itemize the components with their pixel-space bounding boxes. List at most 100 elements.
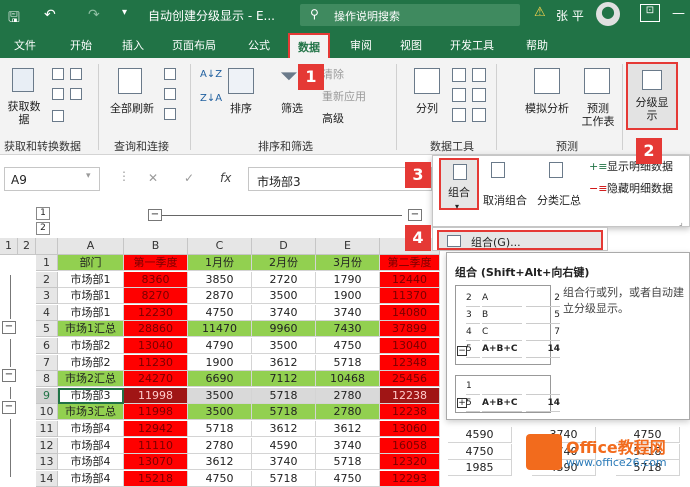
minimize-icon[interactable]: —: [672, 6, 685, 21]
cell-c13[interactable]: 3612: [188, 454, 252, 471]
dialog-launcher-icon[interactable]: ⌟: [679, 216, 683, 229]
cell-d11[interactable]: 3612: [252, 421, 316, 437]
cell-f10[interactable]: 12238: [380, 404, 440, 421]
col-collapse-button-2[interactable]: −: [408, 209, 422, 221]
cell-a12[interactable]: 市场部4: [58, 437, 124, 454]
cell-c2[interactable]: 3850: [188, 271, 252, 288]
cell-b8[interactable]: 24270: [124, 371, 188, 388]
cell-b12[interactable]: 11110: [124, 437, 188, 454]
cell-a6[interactable]: 市场部2: [58, 338, 124, 354]
cell-a2[interactable]: 市场部1: [58, 271, 124, 288]
cell-a5[interactable]: 市场1汇总: [58, 321, 124, 338]
name-box-dropdown-icon[interactable]: ▾: [86, 171, 91, 181]
sort-za-icon[interactable]: Z↓A: [200, 92, 222, 105]
cell-a11[interactable]: 市场部4: [58, 421, 124, 437]
avatar[interactable]: ●: [596, 2, 620, 26]
row-collapse-button[interactable]: −: [2, 321, 16, 334]
queries-icon[interactable]: [164, 68, 176, 80]
cell-b9[interactable]: 11998: [124, 387, 188, 404]
text-csv-icon[interactable]: [52, 68, 64, 80]
cell-d9[interactable]: 5718: [252, 387, 316, 404]
edit-links-icon[interactable]: [164, 108, 176, 120]
refresh-all-button[interactable]: 全部刷新: [104, 102, 160, 115]
cell-e5[interactable]: 7430: [316, 321, 380, 338]
cell-c5[interactable]: 11470: [188, 321, 252, 338]
cell-e7[interactable]: 5718: [316, 354, 380, 371]
tab-review[interactable]: 审阅: [350, 37, 372, 53]
cell-e1[interactable]: 3月份: [316, 255, 380, 271]
cell-c6[interactable]: 4790: [188, 338, 252, 354]
cell-f3[interactable]: 11370: [380, 288, 440, 305]
consolidate-icon[interactable]: [472, 68, 486, 82]
tab-data[interactable]: 数据: [288, 33, 330, 58]
cell-e9[interactable]: 2780: [316, 387, 380, 404]
forecast-sheet-button[interactable]: 预测 工作表: [576, 102, 620, 128]
select-all-corner[interactable]: [36, 238, 58, 255]
row-header[interactable]: 3: [36, 288, 58, 305]
cell-c12[interactable]: 2780: [188, 437, 252, 454]
cell-e12[interactable]: 3740: [316, 437, 380, 454]
row-header[interactable]: 10: [36, 404, 58, 421]
cell-a7[interactable]: 市场部2: [58, 354, 124, 371]
cell-e2[interactable]: 1790: [316, 271, 380, 288]
row-header[interactable]: 14: [36, 470, 58, 487]
tab-insert[interactable]: 插入: [122, 37, 144, 53]
what-if-analysis-button[interactable]: 模拟分析: [520, 102, 574, 115]
column-header-b[interactable]: B: [124, 238, 188, 255]
tab-help[interactable]: 帮助: [526, 37, 548, 53]
cell-c1[interactable]: 1月份: [188, 255, 252, 271]
row-header[interactable]: 7: [36, 354, 58, 371]
cell-d8[interactable]: 7112: [252, 371, 316, 388]
cell-d14[interactable]: 5718: [252, 470, 316, 487]
cell-e6[interactable]: 4750: [316, 338, 380, 354]
row-header[interactable]: 4: [36, 304, 58, 321]
advanced-button[interactable]: 高级: [322, 112, 344, 125]
cell-c9[interactable]: 3500: [188, 387, 252, 404]
tab-file[interactable]: 文件: [14, 37, 36, 53]
row-header[interactable]: 6: [36, 338, 58, 354]
cell-f14[interactable]: 12293: [380, 470, 440, 487]
cell-e10[interactable]: 2780: [316, 404, 380, 421]
cell-a8[interactable]: 市场2汇总: [58, 371, 124, 388]
row-header[interactable]: 5: [36, 321, 58, 338]
cell-d3[interactable]: 3500: [252, 288, 316, 305]
column-header-e[interactable]: E: [316, 238, 380, 255]
cell-b7[interactable]: 11230: [124, 354, 188, 371]
row-header[interactable]: 12: [36, 437, 58, 454]
cell-f1[interactable]: 第二季度: [380, 255, 440, 271]
text-to-columns-button[interactable]: 分列: [410, 102, 444, 115]
cell-d12[interactable]: 4590: [252, 437, 316, 454]
row-header[interactable]: 9: [36, 387, 58, 404]
enter-icon[interactable]: ✓: [184, 171, 194, 185]
row-header[interactable]: 11: [36, 421, 58, 437]
relationships-icon[interactable]: [472, 88, 486, 102]
ungroup-button[interactable]: 取消组合: [479, 194, 531, 207]
ribbon-display-icon[interactable]: ⊡: [640, 4, 660, 22]
tab-developer[interactable]: 开发工具: [450, 37, 494, 53]
row-collapse-button[interactable]: −: [2, 401, 16, 414]
cell-b5[interactable]: 28860: [124, 321, 188, 338]
redo-icon[interactable]: ↷: [88, 7, 100, 23]
col-collapse-button[interactable]: −: [148, 209, 162, 221]
from-web-icon[interactable]: [70, 68, 82, 80]
cell-a1[interactable]: 部门: [58, 255, 124, 271]
cell-b1[interactable]: 第一季度: [124, 255, 188, 271]
subtotal-button[interactable]: 分类汇总: [533, 194, 585, 207]
row-header[interactable]: 1: [36, 255, 58, 271]
row-collapse-button[interactable]: −: [2, 369, 16, 382]
group-button[interactable]: 组合 ▾: [439, 158, 479, 211]
get-data-button[interactable]: 获取数 据: [4, 100, 44, 126]
recent-sources-icon[interactable]: [70, 88, 82, 100]
cell-f12[interactable]: 16058: [380, 437, 440, 454]
cell-d4[interactable]: 3740: [252, 304, 316, 321]
col-level-2-button[interactable]: 2: [36, 222, 50, 235]
remove-duplicates-icon[interactable]: [452, 88, 466, 102]
save-icon[interactable]: 🖫: [8, 7, 20, 31]
cell-a3[interactable]: 市场部1: [58, 288, 124, 305]
group-menu-item[interactable]: 组合(G)...: [437, 230, 603, 250]
cell-f13[interactable]: 12320: [380, 454, 440, 471]
cell-f2[interactable]: 12440: [380, 271, 440, 288]
cell-d5[interactable]: 9960: [252, 321, 316, 338]
data-model-icon[interactable]: [472, 108, 486, 122]
column-header-c[interactable]: C: [188, 238, 252, 255]
